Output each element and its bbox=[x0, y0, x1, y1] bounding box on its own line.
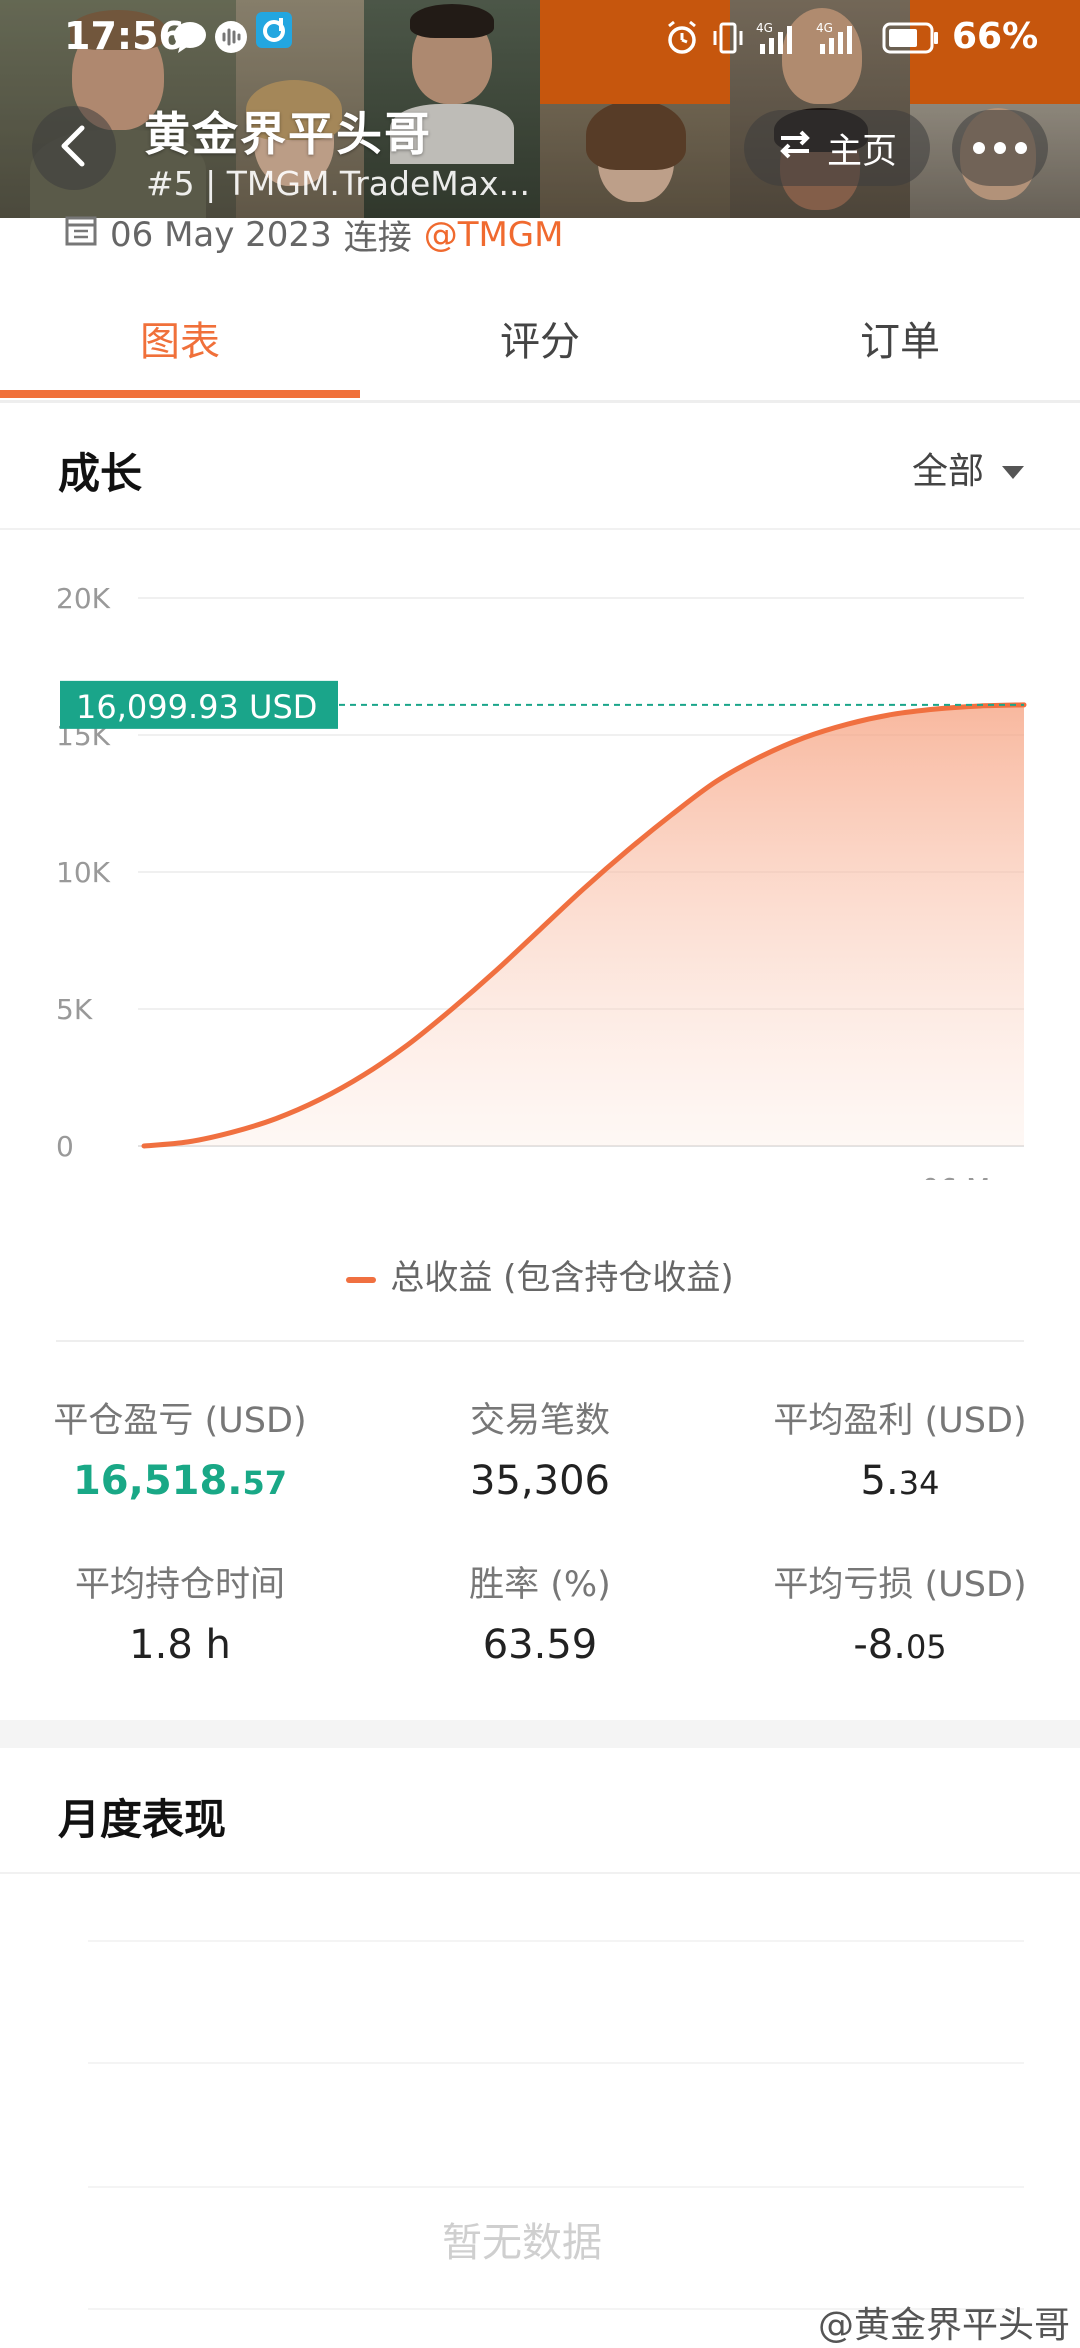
calendar-icon bbox=[64, 213, 98, 256]
watermark: @黄金界平头哥 bbox=[817, 2305, 1070, 2346]
monthly-gridline bbox=[88, 2062, 1024, 2064]
home-button[interactable]: 主页 bbox=[744, 110, 930, 186]
monthly-gridline bbox=[88, 1940, 1024, 1942]
tab-indicator bbox=[0, 390, 360, 398]
y-tick-label: 10K bbox=[56, 856, 111, 889]
battery-icon bbox=[882, 22, 940, 58]
legend-label: 总收益 (包含持仓收益) bbox=[390, 1258, 734, 1298]
connect-date: 06 May 2023 bbox=[110, 214, 332, 255]
more-dot-icon bbox=[994, 142, 1006, 154]
chat-bubble-icon bbox=[172, 20, 208, 58]
header-banner: 17:56 4G 4G 66% 黄金界平头哥 #5 | TMGM.TradeMa… bbox=[0, 0, 1080, 218]
avg-hold-label: 平均持仓时间 bbox=[74, 1565, 285, 1605]
closed-pnl-int: 16,518. bbox=[72, 1458, 243, 1504]
growth-section-header: 成长 全部 bbox=[0, 404, 1080, 530]
trades-value: 35,306 bbox=[470, 1458, 610, 1504]
more-button[interactable] bbox=[952, 110, 1048, 186]
growth-chart: 05K10K15K20K16,099.93 USD06 May bbox=[0, 540, 1080, 1205]
status-bar: 17:56 4G 4G 66% bbox=[0, 0, 1080, 80]
y-tick-label: 5K bbox=[56, 993, 93, 1026]
home-button-label: 主页 bbox=[826, 131, 897, 172]
winrate-value: 63.59 bbox=[482, 1622, 598, 1668]
connect-word: 连接 bbox=[343, 218, 412, 258]
connect-info: 06 May 2023 连接 @TMGM bbox=[64, 210, 564, 259]
growth-chart-svg: 05K10K15K20K16,099.93 USD06 May bbox=[56, 582, 1027, 1205]
x-tick-label: 06 May bbox=[922, 1172, 1024, 1180]
caret-down-icon bbox=[1002, 448, 1024, 489]
tab-rating[interactable]: 评分 bbox=[360, 296, 720, 396]
broker-link[interactable]: @TMGM bbox=[424, 215, 564, 255]
page-title: 黄金界平头哥 bbox=[144, 107, 432, 161]
account-subtitle: #5 | TMGM.TradeMax... bbox=[146, 164, 530, 203]
closed-pnl-label: 平仓盈亏 (USD) bbox=[53, 1401, 307, 1441]
closed-pnl-value: 16,518.57 bbox=[0, 1458, 360, 1504]
y-tick-label: 0 bbox=[56, 1130, 74, 1163]
avg-profit-value: 5.34 bbox=[720, 1458, 1080, 1504]
section-gap bbox=[0, 1720, 1080, 1748]
svg-text:4G: 4G bbox=[816, 21, 833, 35]
avg-profit-int: 5. bbox=[860, 1458, 899, 1504]
current-value-label: 16,099.93 USD bbox=[76, 688, 317, 726]
tab-orders[interactable]: 订单 bbox=[720, 296, 1080, 396]
closed-pnl-frac: 57 bbox=[242, 1464, 288, 1502]
alarm-icon bbox=[664, 20, 700, 60]
trades-label: 交易笔数 bbox=[469, 1401, 610, 1441]
battery-percent: 66% bbox=[952, 16, 1039, 57]
more-dot-icon bbox=[973, 142, 985, 154]
avg-loss-label: 平均亏损 (USD) bbox=[773, 1565, 1027, 1605]
growth-filter-label: 全部 bbox=[911, 451, 984, 492]
chart-legend: 总收益 (包含持仓收益) bbox=[0, 1250, 1080, 1299]
avg-loss-value: -8.05 bbox=[720, 1622, 1080, 1668]
tab-chart[interactable]: 图表 bbox=[0, 296, 360, 396]
audio-wave-icon bbox=[214, 20, 248, 58]
series-area bbox=[144, 704, 1024, 1146]
y-tick-label: 20K bbox=[56, 582, 111, 615]
signal-4g-icon-2: 4G bbox=[816, 20, 862, 60]
swap-icon bbox=[777, 128, 813, 168]
monthly-gridline bbox=[88, 2186, 1024, 2188]
avg-profit-frac: 34 bbox=[898, 1464, 940, 1502]
vibrate-icon bbox=[710, 20, 746, 60]
status-time: 17:56 bbox=[64, 14, 185, 58]
chevron-left-icon bbox=[54, 122, 94, 174]
winrate-label: 胜率 (%) bbox=[469, 1565, 611, 1605]
back-button[interactable] bbox=[32, 106, 116, 190]
avg-loss-frac: 05 bbox=[905, 1628, 947, 1666]
divider bbox=[0, 1872, 1080, 1874]
legend-swatch bbox=[346, 1276, 377, 1283]
avg-loss-int: -8. bbox=[853, 1622, 906, 1668]
more-dot-icon bbox=[1015, 142, 1027, 154]
avg-hold-value: 1.8 h bbox=[129, 1622, 231, 1668]
empty-state-text: 暂无数据 bbox=[442, 2220, 602, 2266]
tab-bar: 图表 评分 订单 bbox=[0, 296, 1080, 403]
monthly-title: 月度表现 bbox=[58, 1795, 227, 1844]
growth-title: 成长 bbox=[58, 449, 143, 498]
avg-profit-label: 平均盈利 (USD) bbox=[773, 1401, 1027, 1441]
growth-filter-dropdown[interactable]: 全部 bbox=[912, 442, 1024, 494]
divider bbox=[56, 1340, 1024, 1342]
signal-4g-icon-1: 4G bbox=[756, 20, 802, 60]
svg-text:4G: 4G bbox=[756, 21, 773, 35]
